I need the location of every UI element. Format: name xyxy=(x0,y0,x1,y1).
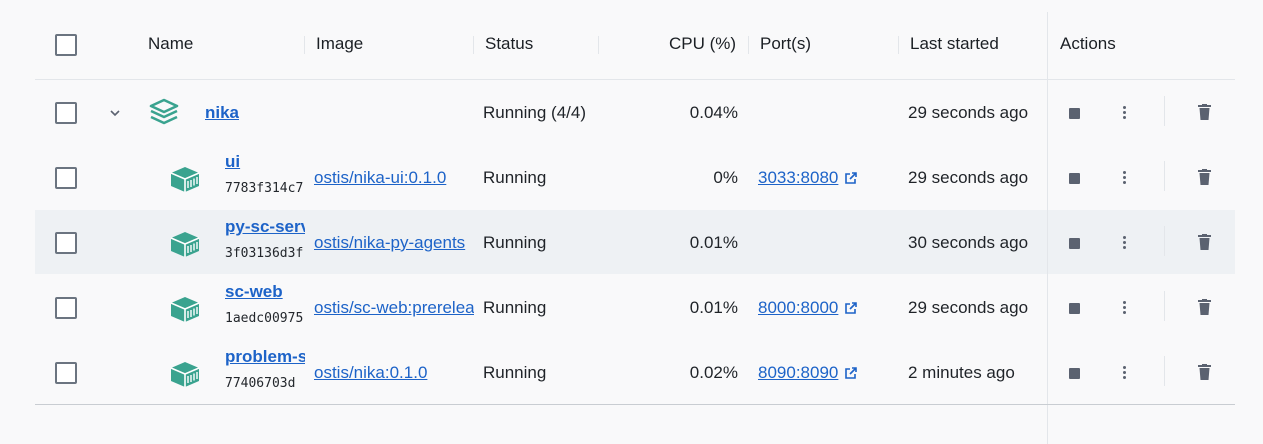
container-id: 1aedc00975 xyxy=(225,311,304,326)
container-icon xyxy=(170,297,200,322)
container-cpu: 0.01% xyxy=(689,233,738,252)
row-checkbox[interactable] xyxy=(55,362,77,384)
container-name-link[interactable]: ui xyxy=(225,152,305,172)
container-icon xyxy=(170,232,200,257)
kebab-menu-icon[interactable] xyxy=(1123,366,1126,381)
header-name[interactable]: Name xyxy=(148,34,193,54)
header-actions: Actions xyxy=(1060,34,1116,53)
row-checkbox[interactable] xyxy=(55,102,77,124)
table-bottom-border xyxy=(35,404,1235,405)
container-id: 3f03136d3f xyxy=(225,246,304,261)
container-cpu: 0.01% xyxy=(689,298,738,317)
image-link[interactable]: ostis/sc-web:prerelease xyxy=(314,298,474,318)
kebab-menu-icon[interactable] xyxy=(1123,236,1126,251)
group-status: Running (4/4) xyxy=(483,103,587,122)
port-link[interactable]: 8000:8000 xyxy=(758,298,838,317)
trash-icon[interactable] xyxy=(1198,364,1211,380)
container-last-started: 29 seconds ago xyxy=(908,168,1029,187)
layers-icon xyxy=(149,98,179,125)
column-divider[interactable] xyxy=(898,36,899,54)
action-divider xyxy=(1164,356,1165,386)
container-icon xyxy=(170,362,200,387)
select-all-checkbox[interactable] xyxy=(55,34,77,56)
action-divider xyxy=(1164,226,1165,256)
port-link-wrap[interactable]: 8090:8090 xyxy=(758,363,858,383)
header-image[interactable]: Image xyxy=(316,34,363,54)
external-link-icon[interactable] xyxy=(844,301,858,315)
row-checkbox[interactable] xyxy=(55,297,77,319)
action-divider xyxy=(1164,291,1165,321)
group-last-started: 29 seconds ago xyxy=(908,103,1029,122)
container-status: Running xyxy=(483,233,547,252)
kebab-menu-icon[interactable] xyxy=(1123,106,1126,121)
container-name-link[interactable]: sc-web xyxy=(225,282,305,302)
trash-icon[interactable] xyxy=(1198,104,1211,120)
stop-icon[interactable] xyxy=(1069,108,1080,119)
port-link[interactable]: 8090:8090 xyxy=(758,363,838,382)
group-cpu: 0.04% xyxy=(689,103,738,122)
header-cpu[interactable]: CPU (%) xyxy=(669,34,736,54)
container-id: 77406703d xyxy=(225,376,296,391)
header-ports[interactable]: Port(s) xyxy=(760,34,811,54)
container-last-started: 2 minutes ago xyxy=(908,363,1015,382)
container-icon xyxy=(170,167,200,192)
container-name-link[interactable]: py-sc-server xyxy=(225,217,305,237)
actions-column-divider xyxy=(1047,12,1048,444)
container-status: Running xyxy=(483,298,547,317)
container-name-link[interactable]: problem-solver xyxy=(225,347,305,367)
image-link[interactable]: ostis/nika-ui:0.1.0 xyxy=(314,168,474,188)
image-link[interactable]: ostis/nika:0.1.0 xyxy=(314,363,474,383)
container-last-started: 30 seconds ago xyxy=(908,233,1029,252)
container-cpu: 0% xyxy=(713,168,738,187)
external-link-icon[interactable] xyxy=(844,366,858,380)
stop-icon[interactable] xyxy=(1069,173,1080,184)
chevron-down-icon[interactable] xyxy=(108,106,122,120)
container-last-started: 29 seconds ago xyxy=(908,298,1029,317)
header-last-started[interactable]: Last started xyxy=(910,34,999,54)
action-divider xyxy=(1164,161,1165,191)
port-link-wrap[interactable]: 3033:8080 xyxy=(758,168,858,188)
container-status: Running xyxy=(483,363,547,382)
column-divider[interactable] xyxy=(598,36,599,54)
trash-icon[interactable] xyxy=(1198,169,1211,185)
container-status: Running xyxy=(483,168,547,187)
container-cpu: 0.02% xyxy=(689,363,738,382)
group-name-link[interactable]: nika xyxy=(205,103,239,123)
column-divider[interactable] xyxy=(304,36,305,54)
port-link[interactable]: 3033:8080 xyxy=(758,168,838,187)
action-divider xyxy=(1164,96,1165,126)
port-link-wrap[interactable]: 8000:8000 xyxy=(758,298,858,318)
header-status[interactable]: Status xyxy=(485,34,533,54)
row-checkbox[interactable] xyxy=(55,167,77,189)
header-divider xyxy=(35,79,1235,80)
kebab-menu-icon[interactable] xyxy=(1123,171,1126,186)
trash-icon[interactable] xyxy=(1198,234,1211,250)
stop-icon[interactable] xyxy=(1069,368,1080,379)
column-divider[interactable] xyxy=(473,36,474,54)
row-checkbox[interactable] xyxy=(55,232,77,254)
kebab-menu-icon[interactable] xyxy=(1123,301,1126,316)
container-id: 7783f314c7 xyxy=(225,181,304,196)
trash-icon[interactable] xyxy=(1198,299,1211,315)
image-link[interactable]: ostis/nika-py-agents xyxy=(314,233,474,253)
external-link-icon[interactable] xyxy=(844,171,858,185)
stop-icon[interactable] xyxy=(1069,238,1080,249)
stop-icon[interactable] xyxy=(1069,303,1080,314)
column-divider[interactable] xyxy=(748,36,749,54)
